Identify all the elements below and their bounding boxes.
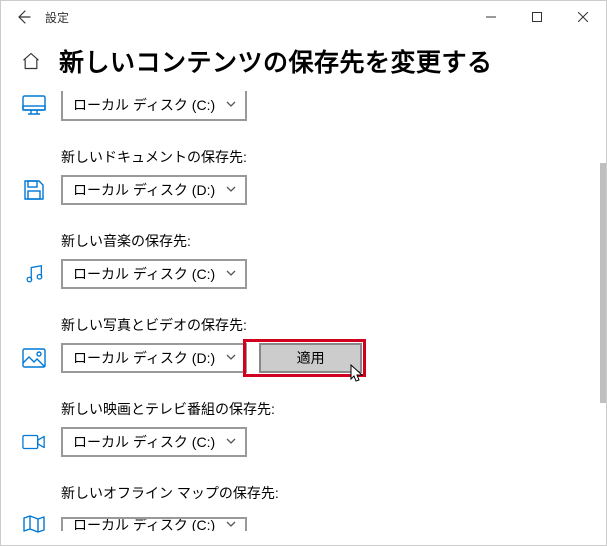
photos-save-location-dropdown[interactable]: ローカル ディスク (D:) <box>61 343 247 373</box>
dropdown-value: ローカル ディスク (C:) <box>73 264 215 284</box>
dropdown-value: ローカル ディスク (C:) <box>73 517 215 531</box>
photo-icon <box>21 345 47 371</box>
documents-row: ローカル ディスク (D:) <box>21 175 600 205</box>
chevron-down-icon <box>225 266 237 282</box>
save-icon <box>21 177 47 203</box>
movies-row: ローカル ディスク (C:) <box>21 427 600 457</box>
maximize-icon <box>532 12 542 22</box>
back-button[interactable] <box>5 1 41 33</box>
movies-label: 新しい映画とテレビ番組の保存先: <box>61 399 600 419</box>
chevron-down-icon <box>225 350 237 366</box>
music-save-location-dropdown[interactable]: ローカル ディスク (C:) <box>61 259 247 289</box>
minimize-icon <box>486 12 496 22</box>
documents-save-location-dropdown[interactable]: ローカル ディスク (D:) <box>61 175 247 205</box>
documents-label: 新しいドキュメントの保存先: <box>61 147 600 167</box>
dropdown-value: ローカル ディスク (C:) <box>73 95 215 115</box>
back-arrow-icon <box>15 9 31 25</box>
maps-row: ローカル ディスク (C:) <box>21 511 600 537</box>
map-icon <box>21 511 47 537</box>
apps-save-location-dropdown[interactable]: ローカル ディスク (C:) <box>61 91 247 121</box>
chevron-down-icon <box>225 182 237 198</box>
window-title: 設定 <box>45 9 468 26</box>
maximize-button[interactable] <box>514 1 560 33</box>
chevron-down-icon <box>225 434 237 450</box>
music-row: ローカル ディスク (C:) <box>21 259 600 289</box>
minimize-button[interactable] <box>468 1 514 33</box>
page-title: 新しいコンテンツの保存先を変更する <box>59 43 493 79</box>
home-icon[interactable] <box>21 51 41 71</box>
scrollbar-thumb[interactable] <box>600 163 606 403</box>
maps-save-location-dropdown[interactable]: ローカル ディスク (C:) <box>61 517 247 531</box>
chevron-down-icon <box>225 517 237 531</box>
close-button[interactable] <box>560 1 606 33</box>
photos-label: 新しい写真とビデオの保存先: <box>61 315 600 335</box>
vertical-scrollbar[interactable] <box>600 33 606 545</box>
dropdown-value: ローカル ディスク (D:) <box>73 348 215 368</box>
dropdown-value: ローカル ディスク (C:) <box>73 432 215 452</box>
title-bar: 設定 <box>1 1 606 33</box>
music-label: 新しい音楽の保存先: <box>61 231 600 251</box>
video-icon <box>21 429 47 455</box>
photos-row: ローカル ディスク (D:) 適用 <box>21 343 600 373</box>
apply-button[interactable]: 適用 <box>259 343 362 373</box>
maps-label: 新しいオフライン マップの保存先: <box>61 483 600 503</box>
close-icon <box>578 12 588 22</box>
movies-save-location-dropdown[interactable]: ローカル ディスク (C:) <box>61 427 247 457</box>
apps-row: ローカル ディスク (C:) <box>21 91 600 121</box>
music-icon <box>21 261 47 287</box>
apps-icon <box>21 93 47 119</box>
dropdown-value: ローカル ディスク (D:) <box>73 180 215 200</box>
chevron-down-icon <box>225 97 237 113</box>
